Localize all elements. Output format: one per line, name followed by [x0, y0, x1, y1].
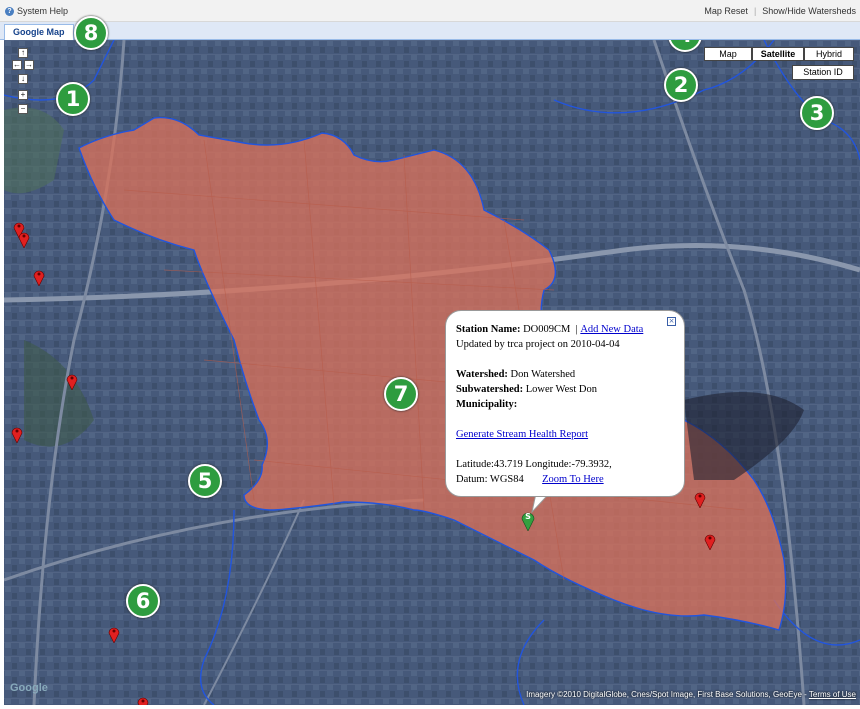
toolbar-separator: |	[753, 6, 757, 16]
station-marker-icon[interactable]	[11, 425, 23, 443]
pan-left-button[interactable]: ←	[12, 60, 22, 70]
municipality-label: Municipality:	[456, 399, 518, 410]
map-reset-button[interactable]: Map Reset	[704, 6, 748, 16]
station-marker-icon[interactable]	[18, 230, 30, 248]
station-name-value: DO009CM	[523, 324, 571, 335]
map-type-map[interactable]: Map	[704, 47, 752, 61]
map-type-hybrid[interactable]: Hybrid	[804, 47, 854, 61]
imagery-credit-text: Imagery ©2010 DigitalGlobe, Cnes/Spot Im…	[526, 690, 809, 699]
map-view[interactable]: ↑ ← → ↓ + − Map Satellite Hybrid Station…	[4, 40, 860, 705]
zoom-out-button[interactable]: −	[18, 104, 28, 114]
pan-down-button[interactable]: ↓	[18, 74, 28, 84]
station-info-popup: × Station Name: DO009CM | Add New Data U…	[445, 310, 685, 497]
station-marker-icon[interactable]	[694, 490, 706, 508]
callout-badge-1: 1	[56, 82, 90, 116]
station-marker-icon[interactable]	[108, 625, 120, 643]
subwatershed-value: Lower West Don	[525, 384, 597, 395]
pan-right-button[interactable]: →	[24, 60, 34, 70]
callout-badge-8: 8	[74, 16, 108, 50]
station-marker-icon[interactable]	[66, 372, 78, 390]
station-marker-icon[interactable]	[137, 695, 149, 705]
station-id-button[interactable]: Station ID	[792, 65, 854, 80]
help-icon: ?	[5, 6, 14, 16]
close-icon[interactable]: ×	[667, 317, 676, 326]
imagery-credit: Imagery ©2010 DigitalGlobe, Cnes/Spot Im…	[526, 690, 856, 699]
subwatershed-label: Subwatershed:	[456, 384, 524, 395]
datum-text: Datum: WGS84	[456, 474, 524, 485]
latlong-text: Latitude:43.719 Longitude:-79.3932,	[456, 459, 612, 470]
callout-badge-2: 2	[664, 68, 698, 102]
map-type-satellite[interactable]: Satellite	[752, 47, 804, 61]
callout-badge-5: 5	[188, 464, 222, 498]
tab-bar: Google Map	[0, 22, 860, 40]
station-marker-icon[interactable]	[33, 268, 45, 286]
system-help-label: System Help	[17, 6, 69, 16]
watershed-value: Don Watershed	[510, 369, 576, 380]
terms-of-use-link[interactable]: Terms of Use	[809, 690, 856, 699]
zoom-in-button[interactable]: +	[18, 90, 28, 100]
callout-badge-6: 6	[126, 584, 160, 618]
watershed-label: Watershed:	[456, 369, 508, 380]
updated-text: Updated by trca project on 2010-04-04	[456, 339, 620, 350]
add-new-data-link[interactable]: Add New Data	[580, 324, 643, 335]
zoom-to-here-link[interactable]: Zoom To Here	[542, 474, 603, 485]
station-marker-icon[interactable]	[704, 532, 716, 550]
callout-badge-3: 3	[800, 96, 834, 130]
google-logo: Google	[10, 682, 48, 694]
top-toolbar: ? System Help Map Reset | Show/Hide Wate…	[0, 0, 860, 22]
station-name-label: Station Name:	[456, 324, 521, 335]
tab-google-map[interactable]: Google Map	[4, 24, 74, 40]
generate-report-link[interactable]: Generate Stream Health Report	[456, 429, 588, 440]
show-hide-watersheds-button[interactable]: Show/Hide Watersheds	[762, 6, 856, 16]
callout-badge-7: 7	[384, 377, 418, 411]
pan-up-button[interactable]: ↑	[18, 48, 28, 58]
system-help-link[interactable]: ? System Help	[5, 6, 68, 16]
